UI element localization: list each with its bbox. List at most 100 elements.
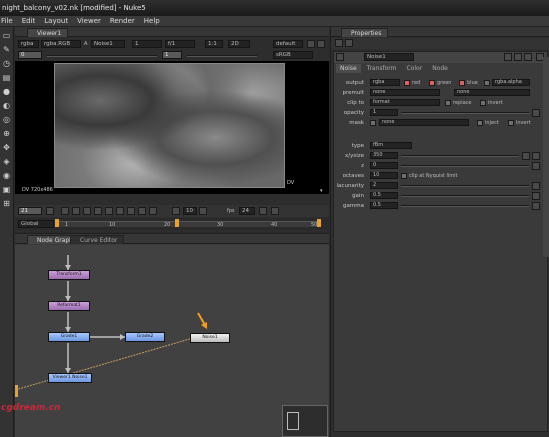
tab-properties[interactable]: Properties (341, 28, 389, 37)
xsize-anim-icon[interactable] (532, 152, 540, 160)
z-slider[interactable] (401, 165, 529, 167)
zoom-select[interactable]: 1:1 (205, 40, 223, 48)
paint-icon[interactable]: ✎ (2, 45, 11, 54)
channel-icon[interactable]: ▤ (2, 73, 11, 82)
skip-field[interactable]: 10 (183, 207, 197, 215)
first-frame-icon[interactable] (61, 207, 69, 215)
tab-noise[interactable]: Noise (336, 64, 361, 73)
output-select[interactable]: rgba (370, 79, 400, 86)
alpha-channel-select[interactable]: rgba.alpha (492, 79, 530, 86)
transform-icon[interactable]: ✥ (2, 143, 11, 152)
keyer-icon[interactable]: ◎ (2, 115, 11, 124)
frame-field[interactable]: 21 (18, 207, 42, 215)
navigator-viewport[interactable] (287, 412, 299, 430)
viewer-settings-icon[interactable] (307, 40, 315, 48)
fps-field[interactable]: 24 (239, 207, 255, 215)
gain-anim-icon[interactable] (532, 192, 540, 200)
mask-checkbox[interactable] (370, 120, 376, 126)
node-color-icon[interactable] (336, 53, 344, 61)
xsize-slider[interactable] (401, 155, 519, 157)
transform-node[interactable]: Transform1 (48, 270, 90, 280)
views-icon[interactable]: ◉ (2, 171, 11, 180)
prev-frame-icon[interactable] (83, 207, 91, 215)
tab-color[interactable]: Color (403, 64, 427, 73)
undo-icon[interactable] (504, 53, 512, 61)
out-point-marker[interactable] (317, 219, 321, 227)
max-panels-icon[interactable] (335, 39, 343, 47)
node-graph-canvas[interactable]: Transform1 Reformat1 Grade1 Grade2 Noise… (1, 245, 329, 437)
lacunarity-field[interactable]: 2 (370, 182, 398, 189)
xsize-split-icon[interactable] (522, 152, 530, 160)
invert-mask-checkbox[interactable] (508, 120, 514, 126)
play-back-icon[interactable] (94, 207, 102, 215)
premult-select[interactable]: none (370, 89, 440, 96)
stop-icon[interactable] (105, 207, 113, 215)
clear-panels-icon[interactable] (345, 39, 353, 47)
redo-icon[interactable] (514, 53, 522, 61)
lut-select[interactable]: default (273, 40, 303, 48)
gain-field[interactable]: 1 (132, 40, 162, 48)
y-slider[interactable] (187, 55, 257, 57)
skip-back-icon[interactable] (172, 207, 180, 215)
other-icon[interactable]: ⊞ (2, 199, 11, 208)
nyquist-checkbox[interactable] (401, 173, 407, 179)
exposure-slider[interactable] (47, 55, 157, 57)
prev-key-icon[interactable] (72, 207, 80, 215)
alpha-select[interactable]: Noise1 (91, 40, 125, 48)
next-key-icon[interactable] (138, 207, 146, 215)
channels-select[interactable]: rgba (18, 40, 39, 48)
properties-scrollbar[interactable] (543, 57, 549, 257)
view-mode-select[interactable]: 2D (228, 40, 250, 48)
menu-help[interactable]: Help (144, 16, 160, 26)
noise-node[interactable]: Noise1 (190, 333, 230, 343)
grade2-node[interactable]: Grade2 (125, 332, 165, 342)
play-icon[interactable] (116, 207, 124, 215)
menu-viewer[interactable]: Viewer (77, 16, 101, 26)
playhead-marker[interactable] (175, 219, 179, 227)
filter-icon[interactable]: ◐ (2, 101, 11, 110)
blue-checkbox[interactable] (459, 80, 465, 86)
metadata-icon[interactable]: ▣ (2, 185, 11, 194)
tab-viewer[interactable]: Viewer1 (27, 28, 69, 37)
merge-node[interactable]: Viewer1 Noise1 (48, 373, 92, 383)
octaves-field[interactable]: 10 (370, 172, 398, 179)
opacity-anim-icon[interactable] (532, 109, 540, 117)
color-icon[interactable]: ● (2, 87, 11, 96)
lock-icon[interactable] (46, 207, 54, 215)
gamma-slider[interactable] (401, 205, 529, 207)
mask-select[interactable]: none (379, 119, 469, 126)
exposure-field[interactable]: 0 (18, 51, 42, 59)
gain-field[interactable]: 0.5 (370, 192, 398, 199)
viewer-lock-icon[interactable] (317, 40, 325, 48)
gain-slider[interactable] (401, 195, 529, 197)
menu-file[interactable]: File (1, 16, 13, 26)
lacunarity-anim-icon[interactable] (532, 182, 540, 190)
viewer-canvas[interactable]: DV 720x486 DV ▾ (15, 61, 329, 194)
z-anim-icon[interactable] (532, 162, 540, 170)
menu-edit[interactable]: Edit (22, 16, 36, 26)
flipbook-icon[interactable] (271, 207, 279, 215)
y-field[interactable]: 1 (162, 51, 182, 59)
gamma-anim-icon[interactable] (532, 202, 540, 210)
tab-curve-editor[interactable]: Curve Editor (70, 235, 125, 244)
tab-node[interactable]: Node (428, 64, 452, 73)
viewer-menu-icon[interactable]: ▾ (320, 188, 323, 194)
timeline-track[interactable]: 1 10 20 30 40 50 (55, 219, 321, 228)
menu-render[interactable]: Render (110, 16, 135, 26)
navigator-minimap[interactable] (282, 405, 328, 437)
tab-transform[interactable]: Transform (363, 64, 401, 73)
menu-layout[interactable]: Layout (44, 16, 68, 26)
reformat-node[interactable]: Reformat1 (48, 301, 90, 311)
merge-icon[interactable]: ⊕ (2, 129, 11, 138)
lacunarity-slider[interactable] (401, 185, 529, 187)
skip-forward-icon[interactable] (199, 207, 207, 215)
in-point-marker[interactable] (55, 219, 59, 227)
opacity-field[interactable]: 1 (370, 109, 398, 116)
timeline-range-select[interactable]: Global (18, 220, 54, 228)
premult-alpha-select[interactable]: none (454, 89, 530, 96)
last-frame-icon[interactable] (149, 207, 157, 215)
help-icon[interactable] (524, 53, 532, 61)
channel-set-select[interactable]: rgba.RGB (41, 40, 81, 48)
clip-select[interactable]: format (370, 99, 440, 106)
time-icon[interactable]: ◷ (2, 59, 11, 68)
